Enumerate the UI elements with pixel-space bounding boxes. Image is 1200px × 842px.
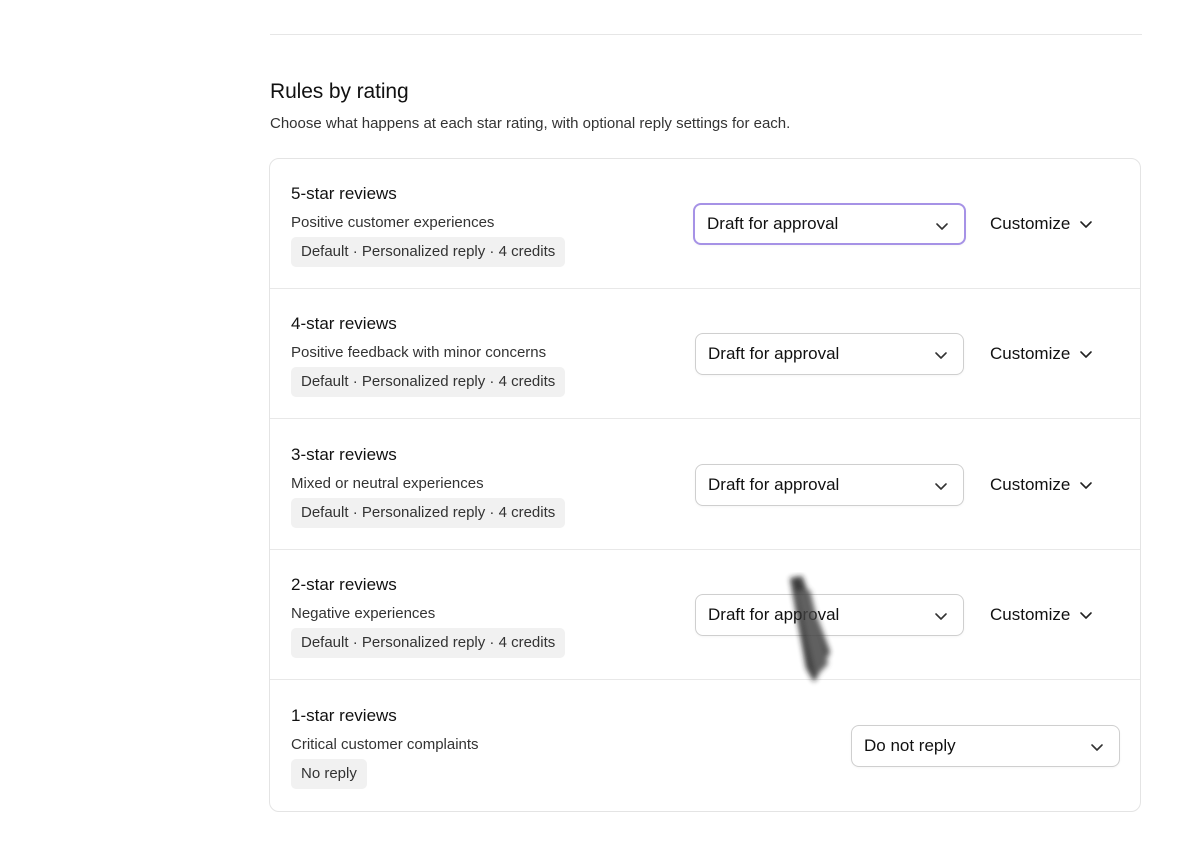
section-title: Rules by rating [270,80,409,103]
rule-title: 4-star reviews [291,314,397,333]
rule-badge: No reply [291,759,367,789]
customize-label: Customize [990,475,1071,494]
section-description: Choose what happens at each star rating,… [270,115,791,132]
chevron-down-icon [935,613,947,620]
rule-badge: Default · Personalized reply · 4 credits [291,367,566,397]
action-select-4-star[interactable]: Draft for approval [695,333,964,375]
action-select-1-star[interactable]: Do not reply [851,725,1120,767]
chevron-down-icon [1080,482,1093,489]
chevron-down-icon [1080,612,1093,619]
action-select-3-star[interactable]: Draft for approval [695,464,964,506]
action-select-value: Do not reply [864,736,956,755]
action-select-5-star[interactable]: Draft for approval [693,203,966,245]
rule-subtitle: Critical customer complaints [291,736,479,753]
customize-label: Customize [990,214,1071,233]
action-select-2-star[interactable]: Draft for approval [695,594,964,636]
rule-badge: Default · Personalized reply · 4 credits [291,237,566,267]
rule-row-5-star: 5-star reviews Positive customer experie… [270,159,1140,289]
action-select-value: Draft for approval [707,214,839,233]
rule-row-3-star: 3-star reviews Mixed or neutral experien… [270,420,1140,550]
rule-subtitle: Negative experiences [291,605,436,622]
customize-button-2-star[interactable]: Customize [990,605,1094,625]
customize-label: Customize [990,344,1071,363]
action-select-value: Draft for approval [708,475,840,494]
rule-title: 3-star reviews [291,445,397,464]
rule-subtitle: Positive feedback with minor concerns [291,344,547,361]
action-select-value: Draft for approval [708,344,840,363]
rules-card: 5-star reviews Positive customer experie… [269,158,1141,812]
chevron-down-icon [1080,351,1093,358]
chevron-down-icon [1091,744,1103,751]
chevron-down-icon [1080,221,1093,228]
rule-title: 2-star reviews [291,575,397,594]
rule-subtitle: Mixed or neutral experiences [291,475,484,492]
customize-button-4-star[interactable]: Customize [990,344,1094,364]
customize-label: Customize [990,605,1071,624]
chevron-down-icon [935,483,947,490]
rule-row-2-star: 2-star reviews Negative experiences Defa… [270,550,1140,680]
customize-button-5-star[interactable]: Customize [990,214,1094,234]
rule-row-4-star: 4-star reviews Positive feedback with mi… [270,289,1140,419]
rule-subtitle: Positive customer experiences [291,214,495,231]
customize-button-3-star[interactable]: Customize [990,475,1094,495]
rule-badge: Default · Personalized reply · 4 credits [291,628,566,658]
rule-title: 5-star reviews [291,184,397,203]
action-select-value: Draft for approval [708,605,840,624]
rule-badge: Default · Personalized reply · 4 credits [291,498,566,528]
rule-row-1-star: 1-star reviews Critical customer complai… [270,681,1140,811]
chevron-down-icon [936,223,948,230]
rule-title: 1-star reviews [291,706,397,725]
chevron-down-icon [935,352,947,359]
top-divider [270,34,1142,35]
